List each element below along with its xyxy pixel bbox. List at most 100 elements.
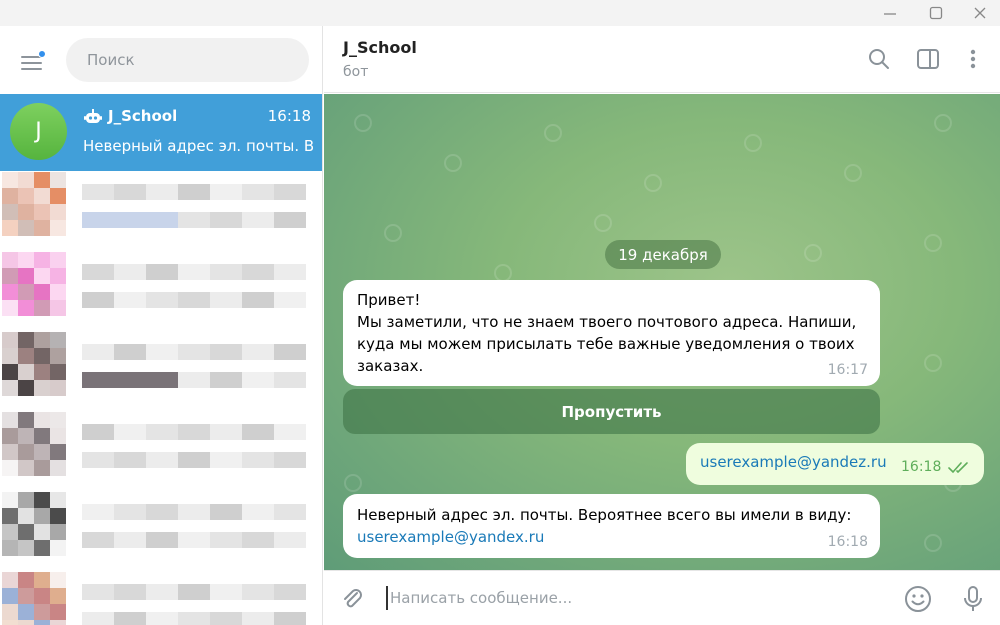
message-composer — [324, 570, 1000, 625]
side-panel-icon — [917, 49, 939, 69]
blurred-avatar-pixel — [34, 572, 50, 588]
message-text[interactable]: userexample@yandez.ru — [700, 453, 887, 471]
sidebar-toggle-button[interactable] — [915, 46, 941, 72]
maximize-icon — [929, 6, 943, 20]
blurred-avatar-pixel — [2, 332, 18, 348]
blurred-text-pixel — [146, 584, 178, 600]
voice-record-button[interactable] — [957, 583, 989, 615]
blurred-text-pixel — [146, 612, 178, 625]
chat-list-sidebar: J J_School 16:18 Неверный адрес эл. почт… — [0, 26, 323, 625]
blurred-text-pixel — [242, 612, 274, 625]
blurred-text-pixel — [114, 452, 146, 468]
search-button[interactable] — [866, 46, 892, 72]
background-doodle — [804, 244, 822, 262]
background-doodle — [354, 114, 372, 132]
blurred-text-pixel — [114, 292, 146, 308]
blurred-text-pixel — [114, 344, 146, 360]
blurred-avatar-pixel — [50, 172, 66, 188]
blurred-avatar-pixel — [34, 348, 50, 364]
blurred-text-pixel — [82, 372, 114, 388]
blurred-chat-item[interactable] — [0, 492, 322, 572]
incoming-message[interactable]: Неверный адрес эл. почты. Вероятнее всег… — [343, 494, 880, 558]
blurred-avatar-pixel — [34, 428, 50, 444]
blurred-text-pixel — [178, 584, 210, 600]
blurred-text-pixel — [82, 424, 114, 440]
blurred-text-pixel — [242, 372, 274, 388]
blurred-avatar-pixel — [18, 604, 34, 620]
search-input[interactable] — [87, 51, 287, 69]
blurred-avatar-pixel — [18, 348, 34, 364]
blurred-text-pixel — [178, 424, 210, 440]
blurred-avatar-pixel — [50, 220, 66, 236]
blurred-avatar-pixel — [34, 220, 50, 236]
blurred-text-pixel — [82, 504, 114, 520]
blurred-avatar-pixel — [34, 380, 50, 396]
blurred-avatar-pixel — [18, 172, 34, 188]
chat-name: J_School — [108, 107, 178, 125]
blurred-chat-item[interactable] — [0, 572, 322, 625]
blurred-avatar-pixel — [34, 460, 50, 476]
blurred-avatar-pixel — [50, 300, 66, 316]
blurred-avatar-pixel — [34, 172, 50, 188]
blurred-text-pixel — [210, 584, 242, 600]
blurred-text-pixel — [242, 212, 274, 228]
incoming-message[interactable]: Привет! Мы заметили, что не знаем твоего… — [343, 280, 880, 386]
message-line: куда мы можем присылать тебе важные увед… — [357, 335, 855, 353]
blurred-avatar-pixel — [2, 492, 18, 508]
blurred-text-pixel — [210, 344, 242, 360]
more-options-button[interactable] — [960, 46, 986, 72]
blurred-avatar-pixel — [18, 428, 34, 444]
blurred-text-pixel — [178, 344, 210, 360]
skip-inline-button[interactable]: Пропустить — [343, 389, 880, 434]
chat-title[interactable]: J_School — [343, 38, 417, 57]
blurred-chat-list — [0, 172, 322, 625]
blurred-avatar-pixel — [34, 524, 50, 540]
smile-icon — [905, 586, 931, 612]
chat-time: 16:18 — [267, 107, 311, 125]
blurred-avatar-pixel — [2, 268, 18, 284]
background-doodle — [924, 354, 942, 372]
close-button[interactable] — [960, 0, 1000, 26]
blurred-avatar-pixel — [18, 572, 34, 588]
message-area[interactable]: 19 декабря Привет! Мы заметили, что не з… — [324, 94, 1000, 570]
message-time: 16:18 — [901, 459, 942, 475]
message-input[interactable] — [386, 586, 886, 610]
blurred-text-pixel — [146, 264, 178, 280]
blurred-chat-item[interactable] — [0, 412, 322, 492]
blurred-text-pixel — [146, 452, 178, 468]
blurred-text-pixel — [242, 532, 274, 548]
blurred-avatar-pixel — [50, 524, 66, 540]
chat-list-item-active[interactable]: J J_School 16:18 Неверный адрес эл. почт… — [0, 94, 322, 171]
blurred-text-pixel — [114, 212, 146, 228]
blurred-avatar-pixel — [34, 300, 50, 316]
background-doodle — [444, 154, 462, 172]
blurred-chat-item[interactable] — [0, 252, 322, 332]
blurred-chat-item[interactable] — [0, 172, 322, 252]
main-menu-button[interactable] — [16, 48, 48, 76]
blurred-text-pixel — [178, 372, 210, 388]
blurred-avatar-pixel — [18, 444, 34, 460]
emoji-button[interactable] — [902, 583, 934, 615]
blurred-avatar-pixel — [50, 540, 66, 556]
blurred-chat-item[interactable] — [0, 332, 322, 412]
attach-button[interactable] — [336, 583, 368, 615]
outgoing-message[interactable]: userexample@yandez.ru 16:18 — [686, 443, 984, 485]
blurred-avatar-pixel — [2, 508, 18, 524]
blurred-text-pixel — [114, 584, 146, 600]
blurred-avatar-pixel — [18, 364, 34, 380]
bot-icon — [84, 109, 102, 123]
minimize-button[interactable] — [870, 0, 910, 26]
background-doodle — [844, 164, 862, 182]
search-box[interactable] — [66, 38, 309, 82]
blurred-text-pixel — [82, 612, 114, 625]
maximize-button[interactable] — [916, 0, 956, 26]
menu-icon-line — [21, 62, 42, 64]
blurred-avatar-pixel — [34, 588, 50, 604]
blurred-text-pixel — [242, 344, 274, 360]
blurred-text-pixel — [242, 452, 274, 468]
background-doodle — [384, 224, 402, 242]
background-doodle — [934, 114, 952, 132]
suggested-email-link[interactable]: userexample@yandex.ru — [357, 526, 866, 548]
background-doodle — [544, 124, 562, 142]
background-doodle — [594, 214, 612, 232]
